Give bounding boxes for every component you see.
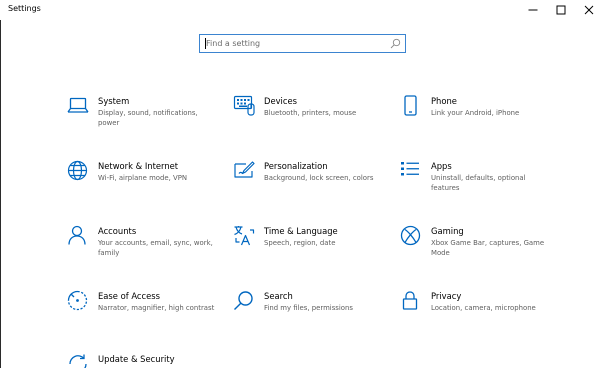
search-icon[interactable] xyxy=(390,38,401,49)
tile-gaming[interactable]: Gaming Xbox Game Bar, captures, Game Mod… xyxy=(400,225,560,277)
apps-list-icon xyxy=(400,160,422,182)
xbox-icon xyxy=(400,225,422,247)
window-title: Settings xyxy=(8,4,41,13)
tile-privacy[interactable]: Privacy Location, camera, microphone xyxy=(400,290,560,342)
tile-label: Network & Internet xyxy=(98,161,179,171)
tile-description: Display, sound, notifications, power xyxy=(98,109,198,127)
tile-label: Phone xyxy=(431,96,457,106)
tile-label: Accounts xyxy=(98,226,137,236)
search-box[interactable] xyxy=(199,34,406,53)
tile-personalization[interactable]: Personalization Background, lock screen,… xyxy=(233,160,393,212)
tile-description: Link your Android, iPhone xyxy=(431,109,520,117)
tile-label: Devices xyxy=(264,96,298,106)
phone-icon xyxy=(400,95,422,117)
keyboard-icon xyxy=(233,95,255,117)
tile-label: Personalization xyxy=(264,161,328,171)
window-border xyxy=(0,20,1,368)
laptop-icon xyxy=(67,95,89,117)
time-language-icon xyxy=(233,225,255,247)
tile-devices[interactable]: Devices Bluetooth, printers, mouse xyxy=(233,95,393,147)
tile-time-language[interactable]: Time & Language Speech, region, date xyxy=(233,225,393,277)
tile-description: Xbox Game Bar, captures, Game Mode xyxy=(431,239,545,257)
ease-of-access-icon xyxy=(67,290,89,312)
tile-label: Ease of Access xyxy=(98,291,161,301)
tile-description: Location, camera, microphone xyxy=(431,304,536,312)
tile-description: Speech, region, date xyxy=(264,239,336,247)
tile-network-internet[interactable]: Network & Internet Wi-Fi, airplane mode,… xyxy=(67,160,227,212)
tile-description: Uninstall, defaults, optional features xyxy=(431,174,526,192)
tile-phone[interactable]: Phone Link your Android, iPhone xyxy=(400,95,560,147)
tile-description: Bluetooth, printers, mouse xyxy=(264,109,357,117)
tile-description: Wi-Fi, airplane mode, VPN xyxy=(98,174,188,182)
tile-label: Update & Security xyxy=(98,354,175,364)
minimize-icon xyxy=(528,9,538,11)
tile-label: Privacy xyxy=(431,291,462,301)
tile-label: Apps xyxy=(431,161,452,171)
minimize-button[interactable] xyxy=(518,0,548,20)
person-icon xyxy=(67,225,89,247)
title-bar: Settings xyxy=(0,0,600,20)
magnifier-icon xyxy=(233,290,255,312)
text-caret xyxy=(205,38,206,49)
search-input[interactable] xyxy=(200,35,405,52)
close-button[interactable] xyxy=(574,0,600,20)
tile-label: Search xyxy=(264,291,293,301)
tile-apps[interactable]: Apps Uninstall, defaults, optional featu… xyxy=(400,160,560,212)
tile-description: Narrator, magnifier, high contrast xyxy=(98,304,215,312)
tile-update-security[interactable]: Update & Security xyxy=(67,353,227,368)
tile-description: Your accounts, email, sync, work, family xyxy=(98,239,213,257)
tile-search[interactable]: Search Find my files, permissions xyxy=(233,290,393,342)
update-icon xyxy=(67,353,89,368)
tile-description: Background, lock screen, colors xyxy=(264,174,374,182)
globe-icon xyxy=(67,160,89,182)
tile-ease-of-access[interactable]: Ease of Access Narrator, magnifier, high… xyxy=(67,290,227,342)
tile-description: Find my files, permissions xyxy=(264,304,353,312)
tile-label: System xyxy=(98,96,130,106)
maximize-icon xyxy=(556,5,566,15)
paint-icon xyxy=(233,160,255,182)
tile-label: Gaming xyxy=(431,226,464,236)
tile-accounts[interactable]: Accounts Your accounts, email, sync, wor… xyxy=(67,225,227,277)
tile-label: Time & Language xyxy=(264,226,338,236)
maximize-button[interactable] xyxy=(546,0,576,20)
lock-icon xyxy=(400,290,422,312)
tile-system[interactable]: System Display, sound, notifications, po… xyxy=(67,95,227,147)
close-icon xyxy=(584,5,594,15)
